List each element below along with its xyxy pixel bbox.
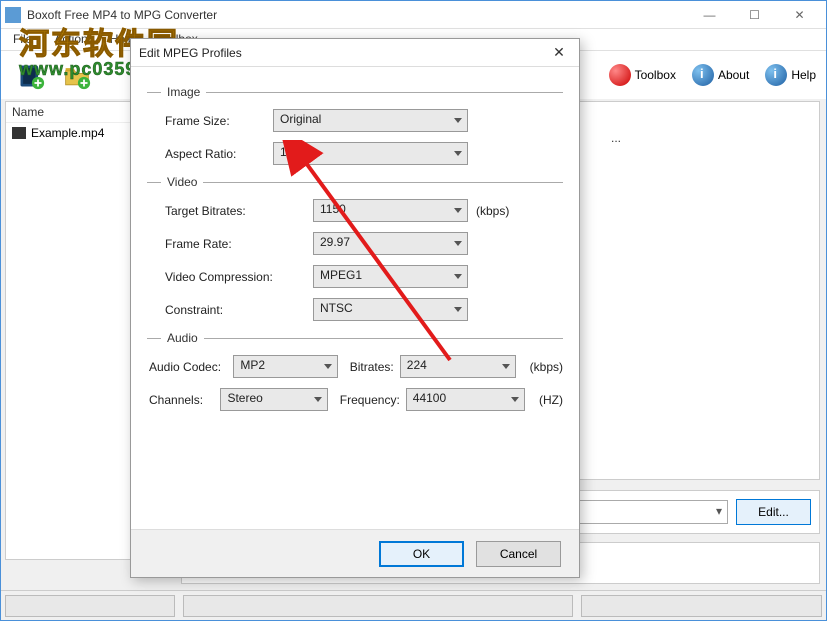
video-file-icon — [12, 127, 26, 139]
frame-rate-select[interactable]: 29.97 — [313, 232, 468, 255]
frame-rate-label: Frame Rate: — [165, 237, 273, 251]
frame-size-label: Frame Size: — [165, 114, 273, 128]
edit-mpeg-profiles-dialog: Edit MPEG Profiles ✕ Image Frame Size: O… — [130, 38, 580, 578]
constraint-select[interactable]: NTSC — [313, 298, 468, 321]
main-toolbar-left — [11, 56, 97, 96]
file-name: Example.mp4 — [31, 126, 104, 140]
frequency-select[interactable]: 44100 — [406, 388, 525, 411]
edit-button[interactable]: Edit... — [736, 499, 811, 525]
video-compression-label: Video Compression: — [165, 270, 295, 284]
main-titlebar: Boxoft Free MP4 to MPG Converter — ☐ ✕ — [1, 1, 826, 29]
status-seg-1 — [5, 595, 175, 617]
help-label: Help — [791, 68, 816, 82]
window-title: Boxoft Free MP4 to MPG Converter — [27, 8, 687, 22]
channels-select[interactable]: Stereo — [220, 388, 327, 411]
group-audio: Audio Audio Codec: MP2 Bitrates: 224 (kb… — [147, 331, 563, 411]
constraint-label: Constraint: — [165, 303, 273, 317]
channels-label: Channels: — [149, 393, 214, 407]
frame-size-select[interactable]: Original — [273, 109, 468, 132]
status-bar — [1, 590, 826, 620]
about-label: About — [718, 68, 749, 82]
group-audio-label: Audio — [167, 331, 198, 345]
ellipsis: ... — [611, 131, 621, 145]
bitrates-label: Bitrates: — [350, 360, 394, 374]
group-video-label: Video — [167, 175, 197, 189]
close-button[interactable]: ✕ — [777, 1, 822, 29]
frequency-label: Frequency: — [340, 393, 400, 407]
target-bitrates-label: Target Bitrates: — [165, 204, 273, 218]
app-icon — [5, 7, 21, 23]
status-seg-2 — [183, 595, 573, 617]
toolbar-toolbox[interactable]: Toolbox — [609, 64, 676, 86]
video-compression-select[interactable]: MPEG1 — [313, 265, 468, 288]
target-bitrates-select[interactable]: 1150 — [313, 199, 468, 222]
help-icon — [765, 64, 787, 86]
aspect-ratio-label: Aspect Ratio: — [165, 147, 273, 161]
dialog-button-bar: OK Cancel — [131, 529, 579, 577]
menu-action[interactable]: Action — [48, 29, 93, 50]
ok-button[interactable]: OK — [379, 541, 464, 567]
dialog-titlebar: Edit MPEG Profiles ✕ — [131, 39, 579, 67]
add-file-button[interactable] — [11, 56, 51, 96]
status-seg-3 — [581, 595, 822, 617]
toolbox-icon — [609, 64, 631, 86]
audio-codec-label: Audio Codec: — [149, 360, 227, 374]
add-folder-button[interactable] — [57, 56, 97, 96]
hz-unit: (HZ) — [539, 393, 563, 407]
about-icon — [692, 64, 714, 86]
kbps-unit-2: (kbps) — [530, 360, 563, 374]
toolbox-label: Toolbox — [635, 68, 676, 82]
aspect-ratio-select[interactable]: 1:1 — [273, 142, 468, 165]
kbps-unit: (kbps) — [476, 204, 509, 218]
group-video: Video Target Bitrates: 1150 (kbps) Frame… — [147, 175, 563, 321]
toolbar-help[interactable]: Help — [765, 64, 816, 86]
menu-file[interactable]: File — [7, 29, 38, 50]
dialog-body: Image Frame Size: Original Aspect Ratio:… — [131, 67, 579, 429]
dialog-close-button[interactable]: ✕ — [547, 44, 571, 61]
group-image: Image Frame Size: Original Aspect Ratio:… — [147, 85, 563, 165]
minimize-button[interactable]: — — [687, 1, 732, 29]
toolbar-about[interactable]: About — [692, 64, 749, 86]
maximize-button[interactable]: ☐ — [732, 1, 777, 29]
dialog-title: Edit MPEG Profiles — [139, 46, 547, 60]
cancel-button[interactable]: Cancel — [476, 541, 561, 567]
audio-codec-select[interactable]: MP2 — [233, 355, 337, 378]
group-image-label: Image — [167, 85, 200, 99]
audio-bitrates-select[interactable]: 224 — [400, 355, 516, 378]
